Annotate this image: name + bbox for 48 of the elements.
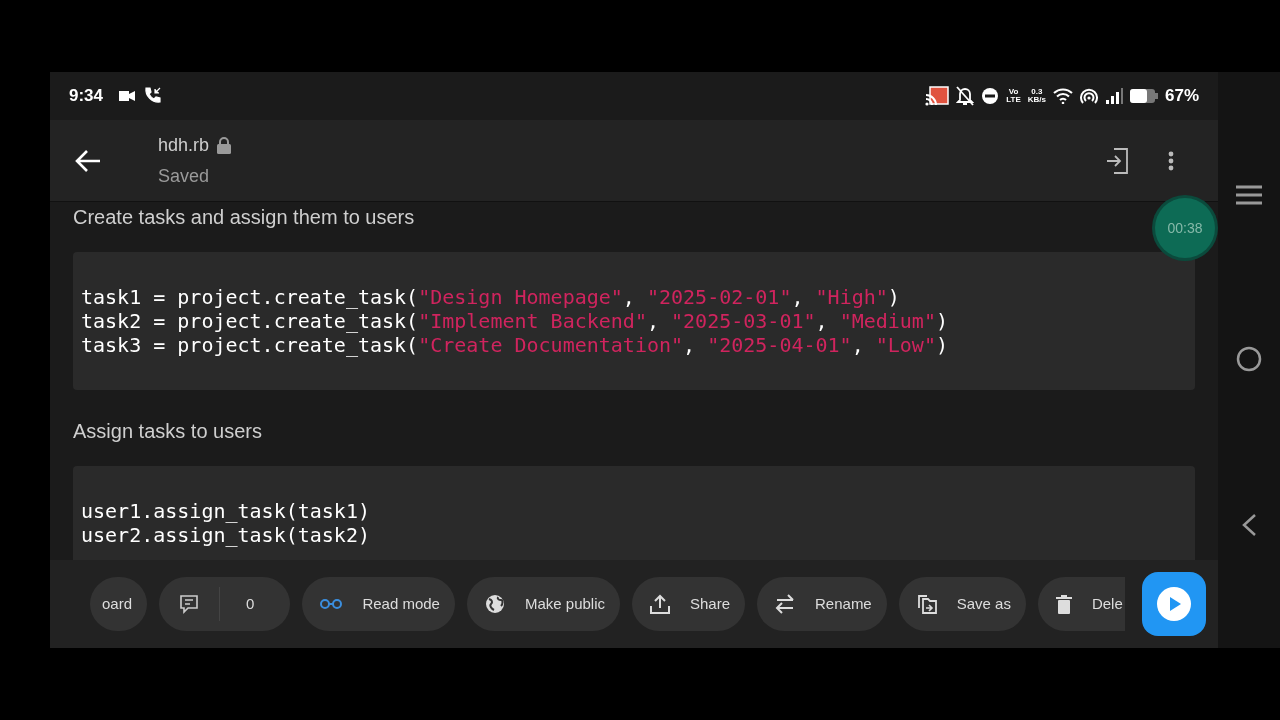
hotspot-icon — [1079, 88, 1098, 104]
section-heading: Assign tasks to users — [73, 419, 262, 444]
toolbar-button[interactable]: oard — [90, 577, 148, 631]
code-line: task3 = project.create_task("Create Documentation", "2025-04-01", "Low") — [81, 333, 949, 357]
wifi-icon — [1052, 88, 1073, 104]
code-line: task1 = project.create_task("Design Homepage", "2025-02-01", "High") — [81, 285, 901, 309]
file-name: hdh.rb — [158, 133, 210, 157]
glasses-icon — [320, 597, 343, 611]
battery-icon — [1129, 89, 1158, 103]
signal-icon — [1104, 87, 1123, 105]
trash-icon — [1055, 594, 1072, 614]
comments-button[interactable]: 0 — [159, 577, 291, 631]
do-not-disturb-icon — [981, 87, 1000, 105]
toolbar-button[interactable]: Dele — [1037, 577, 1125, 631]
more-options-icon[interactable] — [1168, 150, 1174, 171]
menu-icon[interactable] — [1236, 185, 1262, 205]
save-status: Saved — [158, 164, 211, 188]
toolbar-button[interactable]: Rename — [757, 577, 887, 631]
cast-icon — [925, 86, 950, 106]
phone-icon — [143, 87, 162, 105]
code-line: user1.assign_task(task1) — [81, 499, 371, 523]
swap-arrows-icon — [775, 594, 795, 614]
comment-count: 0 — [245, 593, 256, 614]
enter-icon[interactable] — [1106, 147, 1128, 174]
home-icon[interactable] — [1236, 346, 1262, 372]
network-label: Vo LTE — [1006, 88, 1021, 104]
play-icon — [1157, 587, 1191, 621]
play-button[interactable] — [1142, 572, 1206, 636]
toolbar-button[interactable]: Save as — [898, 577, 1026, 631]
back-arrow-icon[interactable] — [74, 148, 102, 173]
clock-time: 9:34 — [69, 85, 104, 108]
back-icon[interactable] — [1241, 513, 1257, 537]
code-line: user2.assign_task(task2) — [81, 523, 371, 547]
toolbar-button[interactable]: Make public — [466, 577, 620, 631]
data-speed: 0.3 KB/s — [1027, 88, 1046, 104]
bell-off-icon — [956, 86, 975, 106]
comment-icon — [179, 594, 200, 614]
code-line: task2 = project.create_task("Implement Backend", "2025-03-01", "Medium") — [81, 309, 949, 333]
section-heading: Create tasks and assign them to users — [73, 205, 415, 230]
upload-icon — [650, 594, 670, 614]
toolbar-button[interactable]: Read mode — [302, 577, 455, 631]
globe-icon — [484, 594, 505, 614]
toolbar-button[interactable]: Share — [632, 577, 745, 631]
copy-file-icon — [916, 594, 937, 614]
battery-percentage: 67% — [1164, 85, 1199, 108]
video-camera-icon — [119, 90, 136, 102]
lock-icon — [217, 136, 232, 154]
timer-badge: 00:38 — [1155, 198, 1215, 258]
